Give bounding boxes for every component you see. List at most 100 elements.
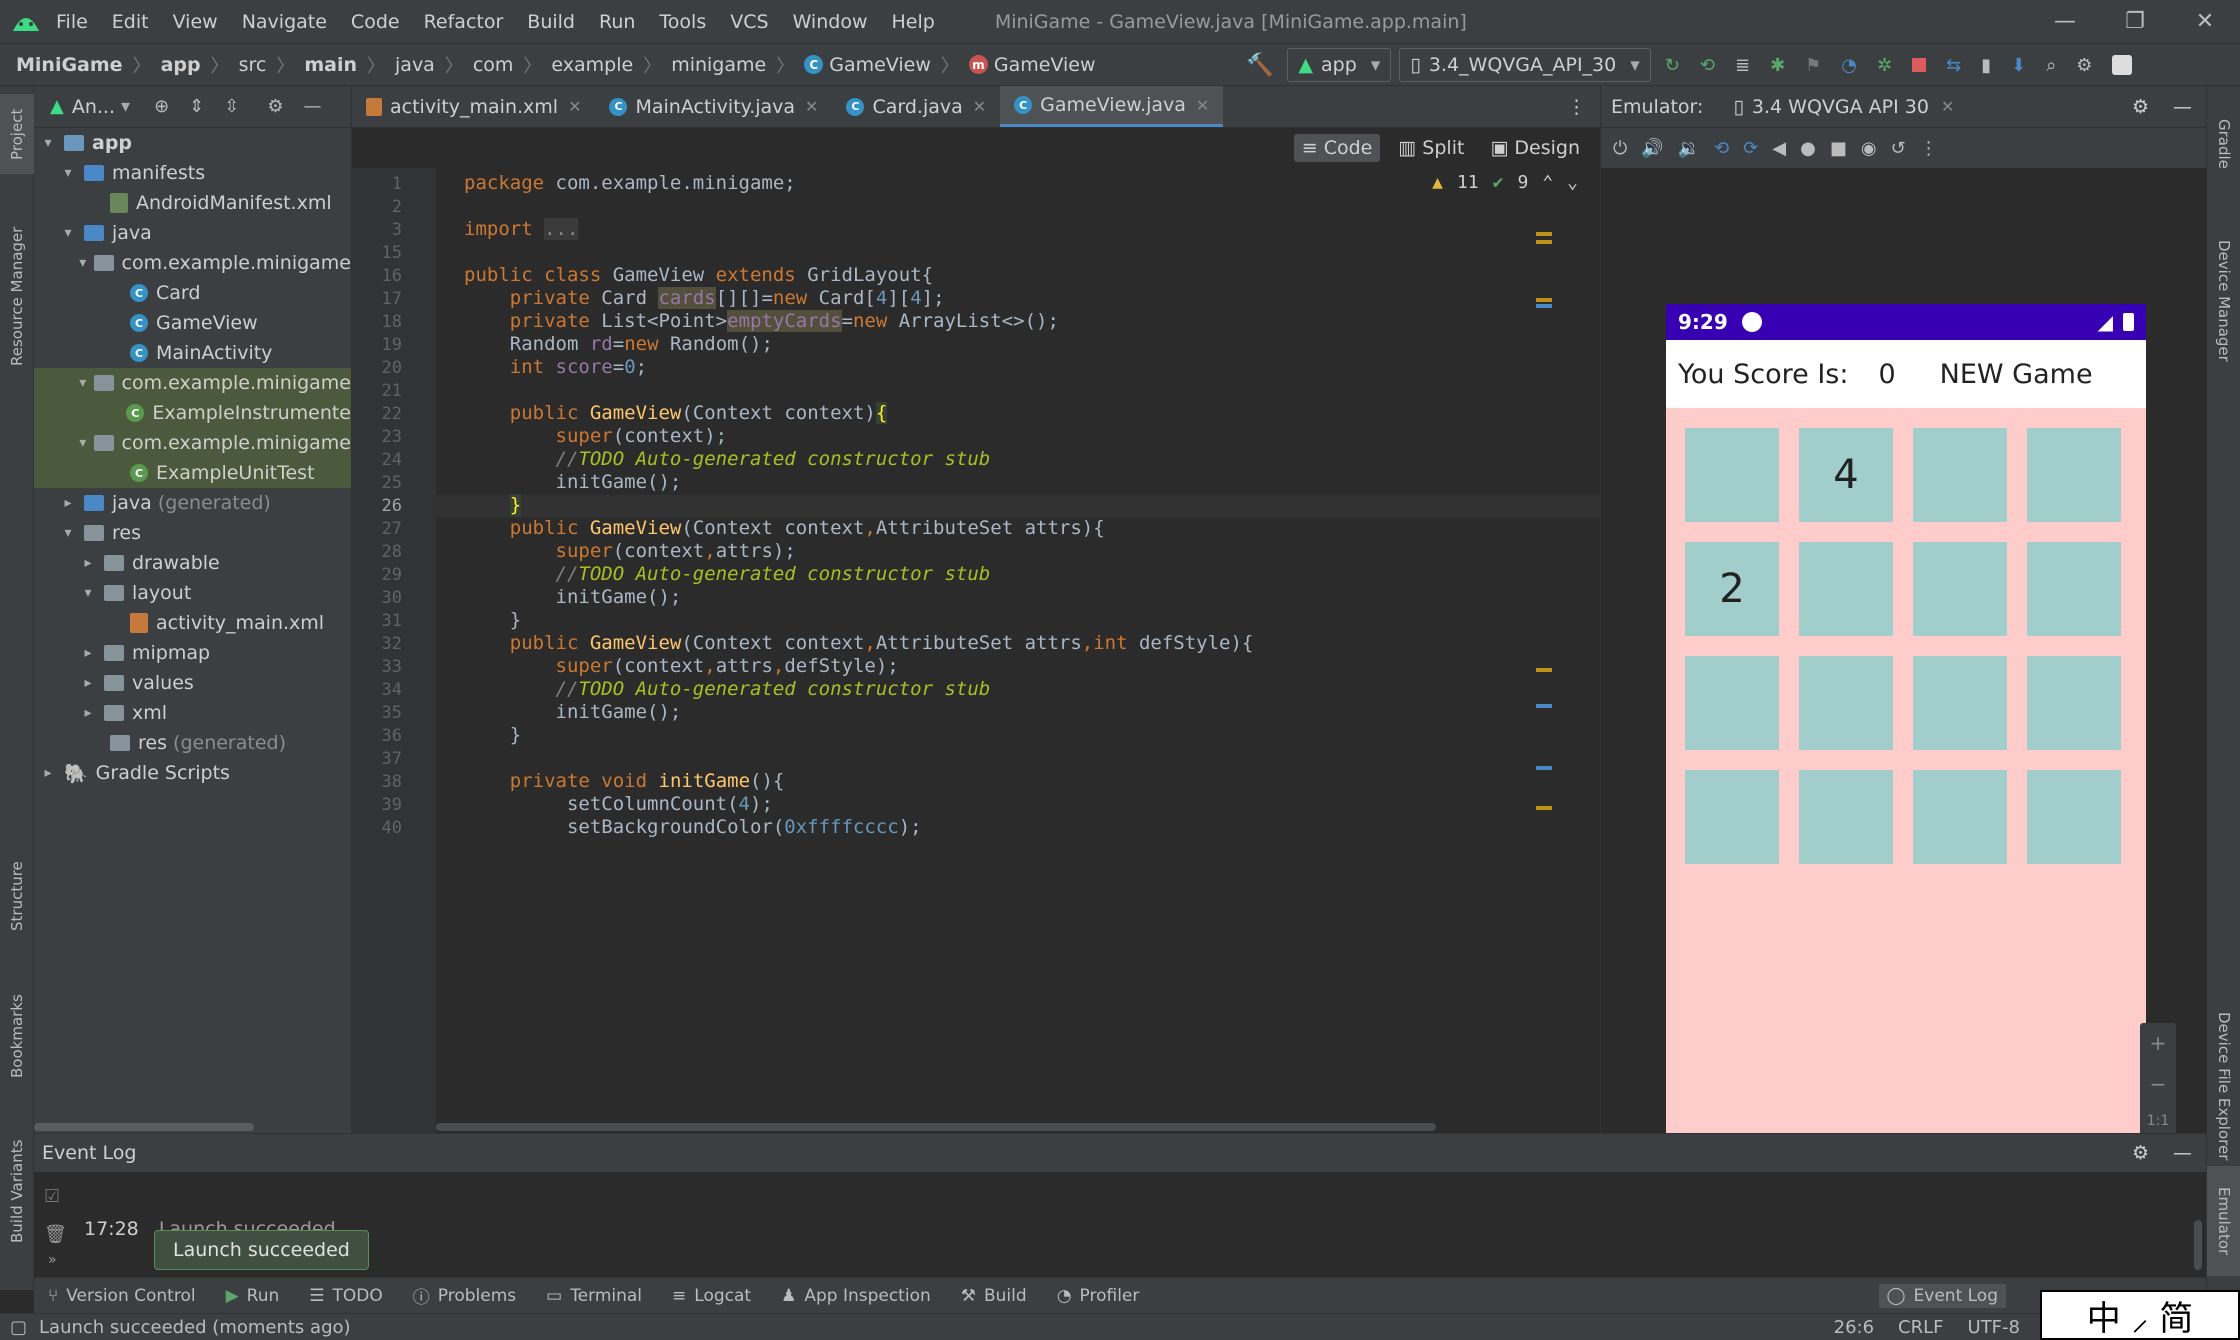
new-game-button[interactable]: NEW Game: [1940, 359, 2093, 390]
close-icon[interactable]: ✕: [1196, 96, 1209, 115]
view-mode-design[interactable]: ▣ Design: [1482, 134, 1588, 162]
expand-icon[interactable]: »: [48, 1252, 57, 1268]
close-window-icon[interactable]: ✕: [2170, 0, 2240, 43]
tree-item-java-generated[interactable]: ▸ java (generated): [34, 488, 351, 518]
menu-navigate[interactable]: Navigate: [242, 11, 327, 33]
chevron-down-icon[interactable]: ⌄: [1567, 172, 1578, 193]
tree-item-res[interactable]: ▾ res: [34, 518, 351, 548]
caret-position[interactable]: 26:6: [1834, 1317, 1874, 1338]
tool-event-log[interactable]: ◯ Event Log: [1878, 1283, 2006, 1308]
project-tool-tab[interactable]: Project: [0, 94, 34, 174]
debug-icon[interactable]: ✱: [1764, 49, 1791, 81]
mark-all-read-icon[interactable]: ☑: [44, 1186, 60, 1207]
emulator-tool-tab[interactable]: Emulator: [2207, 1166, 2240, 1276]
tool-terminal[interactable]: ▭ Terminal: [546, 1286, 642, 1306]
tree-item-exampleunittest[interactable]: C ExampleUnitTest: [34, 458, 351, 488]
todo-marker[interactable]: [1536, 304, 1552, 308]
menu-help[interactable]: Help: [891, 11, 934, 33]
device-manager-icon[interactable]: ▮: [1975, 49, 1997, 81]
gear-icon[interactable]: ⚙: [2070, 49, 2098, 81]
collapse-all-icon[interactable]: ⇳: [224, 96, 239, 117]
tree-item-app[interactable]: ▾ app: [34, 128, 351, 158]
crumb-com[interactable]: com: [473, 54, 514, 76]
file-encoding[interactable]: UTF-8: [1968, 1317, 2020, 1338]
gear-icon[interactable]: ⚙: [2132, 1142, 2149, 1164]
close-icon[interactable]: ✕: [1941, 97, 1954, 116]
tree-item-gameview[interactable]: C GameView: [34, 308, 351, 338]
tree-item-card[interactable]: C Card: [34, 278, 351, 308]
close-icon[interactable]: ✕: [568, 97, 581, 116]
chevron-up-icon[interactable]: ⌃: [1542, 172, 1553, 193]
tree-item-mipmap[interactable]: ▸ mipmap: [34, 638, 351, 668]
horizontal-scrollbar[interactable]: [34, 1123, 254, 1131]
screenshot-icon[interactable]: ◉: [1861, 138, 1877, 159]
profile-icon[interactable]: ◔: [1835, 49, 1863, 81]
crumb-method[interactable]: GameView: [994, 54, 1096, 76]
hammer-build-icon[interactable]: 🔨: [1240, 49, 1279, 81]
home-icon[interactable]: ●: [1800, 138, 1816, 159]
overview-icon[interactable]: ■: [1830, 138, 1847, 159]
todo-marker[interactable]: [1536, 766, 1552, 770]
back-icon[interactable]: ◀: [1772, 138, 1786, 159]
structure-tool-tab[interactable]: Structure: [0, 846, 34, 946]
zoom-in-button[interactable]: +: [2150, 1031, 2167, 1055]
restore-icon[interactable]: ❐: [2100, 0, 2170, 43]
warning-marker[interactable]: [1536, 240, 1552, 244]
menu-view[interactable]: View: [173, 11, 218, 33]
tree-item-androidmanifest[interactable]: AndroidManifest.xml: [34, 188, 351, 218]
warning-marker[interactable]: [1536, 232, 1552, 236]
resource-manager-tool-tab[interactable]: Resource Manager: [0, 206, 34, 386]
hide-panel-icon[interactable]: —: [303, 96, 321, 117]
tree-item-exampleinstrumented[interactable]: C ExampleInstrumente: [34, 398, 351, 428]
tool-app-inspection[interactable]: ♟ App Inspection: [781, 1286, 931, 1306]
menu-refactor[interactable]: Refactor: [424, 11, 504, 33]
tool-build[interactable]: ⚒ Build: [961, 1286, 1027, 1306]
code-editor[interactable]: ▲ 11 ✔ 9 ⌃ ⌄ package com.example.minigame;…: [436, 168, 1600, 1133]
tool-profiler[interactable]: ◔ Profiler: [1057, 1286, 1140, 1306]
build-variants-tool-tab[interactable]: Build Variants: [0, 1116, 34, 1266]
view-mode-split[interactable]: ▥ Split: [1390, 134, 1472, 162]
device-manager-tool-tab[interactable]: Device Manager: [2207, 206, 2240, 396]
warning-marker[interactable]: [1536, 668, 1552, 672]
tree-item-res-generated[interactable]: res (generated): [34, 728, 351, 758]
warning-marker[interactable]: [1536, 806, 1552, 810]
zoom-actual-size-button[interactable]: 1:1: [2147, 1113, 2170, 1129]
close-icon[interactable]: ✕: [973, 97, 986, 116]
tab-card-java[interactable]: C Card.java ✕: [832, 86, 1000, 127]
inspection-widget[interactable]: ▲ 11 ✔ 9 ⌃ ⌄: [1432, 172, 1578, 193]
tree-item-xml[interactable]: ▸ xml: [34, 698, 351, 728]
locate-icon[interactable]: ⊕: [154, 96, 169, 117]
menu-vcs[interactable]: VCS: [730, 11, 768, 33]
ime-indicator[interactable]: 中 ⸝ 简: [2040, 1290, 2240, 1340]
view-mode-code[interactable]: ≡ Code: [1293, 134, 1381, 162]
tree-item-gradle-scripts[interactable]: ▸ 🐘 Gradle Scripts: [34, 758, 351, 788]
avatar[interactable]: [2106, 49, 2138, 81]
tree-item-mainactivity[interactable]: C MainActivity: [34, 338, 351, 368]
tree-item-package-main[interactable]: ▾ com.example.minigame: [34, 248, 351, 278]
todo-marker[interactable]: [1536, 704, 1552, 708]
rotate-right-icon[interactable]: ⟳: [1743, 138, 1758, 159]
tool-logcat[interactable]: ≡ Logcat: [672, 1286, 751, 1306]
rotate-left-icon[interactable]: ⟲: [1714, 138, 1729, 159]
project-view-select[interactable]: An...: [72, 96, 115, 118]
gear-icon[interactable]: ⚙: [2132, 96, 2149, 118]
launch-toast[interactable]: Launch succeeded: [154, 1230, 369, 1270]
sdk-manager-icon[interactable]: ⬇: [2005, 49, 2032, 81]
tab-activity-main-xml[interactable]: activity_main.xml ✕: [352, 86, 595, 127]
tool-version-control[interactable]: ⑂ Version Control: [48, 1286, 196, 1306]
more-tabs-icon[interactable]: ⋮: [1553, 86, 1600, 127]
chevron-down-icon[interactable]: ▾: [121, 96, 130, 117]
crumb-main[interactable]: main: [304, 54, 357, 76]
device-select[interactable]: ▯ 3.4_WQVGA_API_30 ▾: [1399, 48, 1651, 82]
crumb-app[interactable]: app: [161, 54, 201, 76]
rerun-icon[interactable]: ↻: [1659, 49, 1686, 81]
tree-item-activity-main-xml[interactable]: activity_main.xml: [34, 608, 351, 638]
tree-item-values[interactable]: ▸ values: [34, 668, 351, 698]
tree-item-drawable[interactable]: ▸ drawable: [34, 548, 351, 578]
tree-item-layout[interactable]: ▾ layout: [34, 578, 351, 608]
hide-panel-icon[interactable]: —: [2173, 96, 2192, 118]
crumb-minigame[interactable]: minigame: [671, 54, 766, 76]
gradle-tool-tab[interactable]: Gradle: [2207, 94, 2240, 194]
trash-icon[interactable]: 🗑: [44, 1224, 67, 1245]
tool-todo[interactable]: ☰ TODO: [309, 1286, 383, 1306]
